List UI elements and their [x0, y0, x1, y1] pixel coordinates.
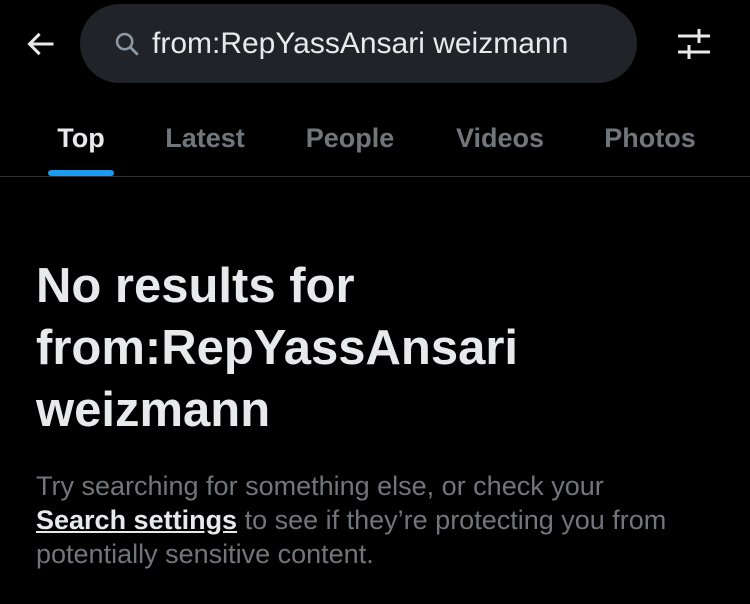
tab-label: Top — [57, 122, 105, 153]
filter-sliders-icon — [674, 24, 714, 69]
tab-videos[interactable]: Videos — [440, 100, 560, 176]
tab-label: Photos — [604, 122, 696, 153]
tab-label: People — [305, 122, 395, 153]
tab-latest[interactable]: Latest — [150, 100, 260, 176]
back-button[interactable] — [18, 24, 62, 68]
empty-state-message: Try searching for something else, or che… — [36, 469, 726, 571]
search-input[interactable] — [152, 21, 622, 66]
message-prefix: Try searching for something else, or che… — [36, 471, 604, 501]
search-settings-link[interactable]: Search settings — [36, 505, 237, 535]
tab-people[interactable]: People — [290, 100, 410, 176]
search-results-page: Top Latest People Videos Photos No resul… — [0, 0, 750, 604]
arrow-left-icon — [22, 26, 58, 67]
active-tab-indicator — [48, 170, 114, 176]
search-tabs: Top Latest People Videos Photos — [0, 100, 750, 177]
empty-state-title: No results for from:RepYassAnsari weizma… — [36, 255, 726, 441]
tab-photos[interactable]: Photos — [590, 100, 710, 176]
empty-state: No results for from:RepYassAnsari weizma… — [36, 255, 726, 571]
tab-label: Latest — [165, 122, 245, 153]
title-line: No results for — [36, 259, 355, 313]
search-filter-button[interactable] — [668, 20, 720, 72]
tab-label: Videos — [455, 122, 545, 153]
title-line: from:RepYassAnsari — [36, 321, 519, 375]
search-icon — [112, 29, 142, 59]
search-bar[interactable] — [80, 4, 637, 83]
tab-top[interactable]: Top — [36, 100, 126, 176]
title-line: weizmann — [36, 383, 271, 437]
